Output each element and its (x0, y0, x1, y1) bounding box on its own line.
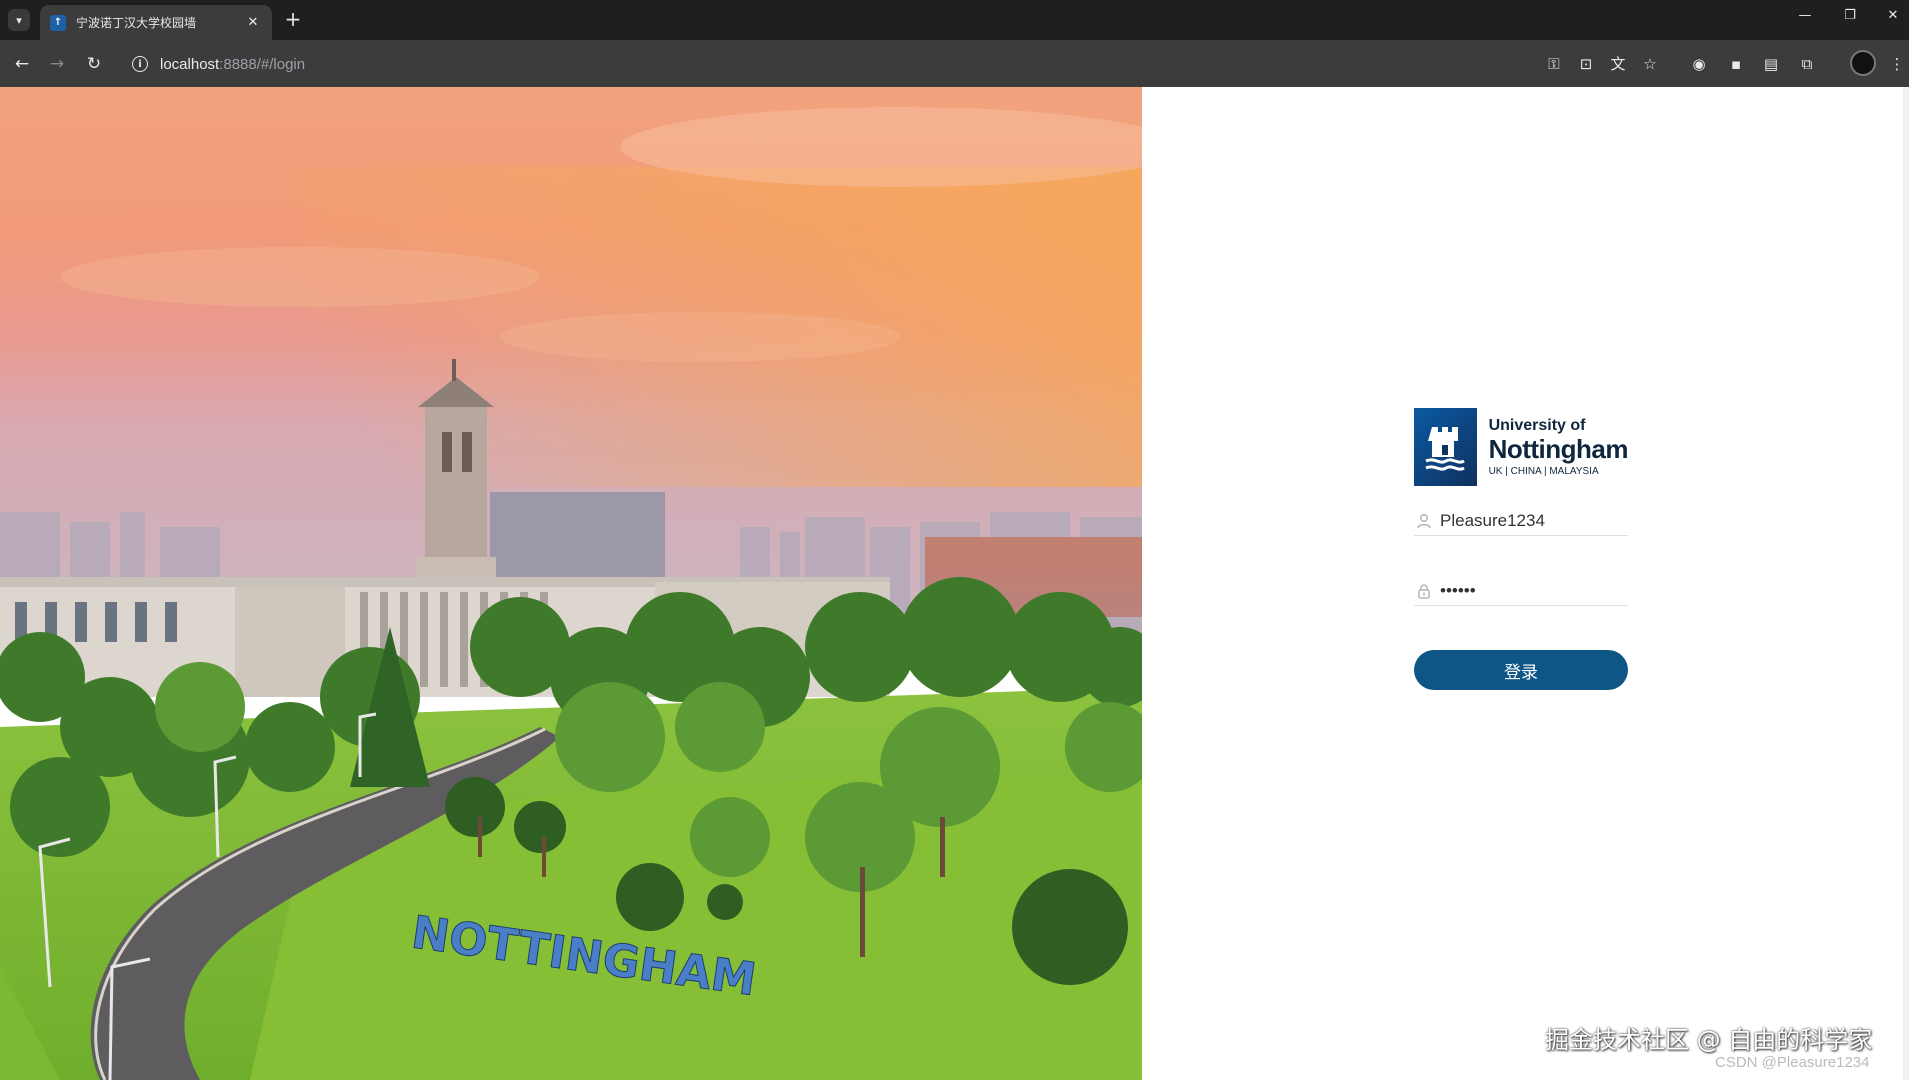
scrollbar[interactable] (1903, 87, 1909, 1080)
address-bar[interactable]: i localhost:8888/#/login (122, 46, 1522, 82)
ext-doc-icon[interactable]: ▤ (1760, 53, 1782, 75)
close-icon[interactable]: ✕ (244, 15, 262, 30)
username-input[interactable] (1440, 510, 1620, 531)
university-logo: University of Nottingham UK | CHINA | MA… (1414, 408, 1629, 486)
favicon-icon: ↑ (50, 14, 66, 31)
campus-photo: NOTTINGHAM (0, 87, 1142, 1080)
profile-avatar[interactable] (1850, 50, 1876, 76)
tab-title: 宁波诺丁汉大学校园墙 (76, 16, 197, 30)
password-field (1414, 576, 1628, 606)
minimize-icon[interactable]: — (1790, 8, 1820, 23)
user-icon (1414, 513, 1434, 529)
username-field (1414, 506, 1628, 536)
restore-icon[interactable]: ❐ (1835, 8, 1865, 23)
login-form: University of Nottingham UK | CHINA | MA… (1414, 408, 1629, 690)
star-icon[interactable]: ☆ (1639, 53, 1661, 75)
menu-icon[interactable]: ⋮ (1886, 53, 1908, 75)
extension-icon[interactable]: ⧉ (1796, 53, 1818, 75)
browser-tab-bar: ▾ ↑ 宁波诺丁汉大学校园墙 ✕ + — ❐ ✕ (0, 0, 1909, 40)
logo-line2: Nottingham (1488, 433, 1629, 464)
back-icon[interactable]: ← (10, 52, 34, 76)
login-button[interactable]: 登录 (1414, 650, 1628, 690)
castle-crest-icon (1414, 408, 1477, 486)
lock-icon (1414, 583, 1434, 599)
info-icon[interactable]: i (132, 56, 148, 72)
logo-wordmark: University of Nottingham UK | CHINA | MA… (1488, 416, 1629, 477)
browser-toolbar: ← → ↻ i localhost:8888/#/login ⚿ ⊡ 文 ☆ ◉… (0, 40, 1909, 87)
browser-tab[interactable]: ↑ 宁波诺丁汉大学校园墙 ✕ (40, 5, 272, 40)
tab-list-icon[interactable]: ▾ (8, 9, 30, 31)
translate-icon[interactable]: 文 (1607, 53, 1629, 75)
watermark-csdn: CSDN @Pleasure1234 (1715, 1054, 1870, 1071)
install-icon[interactable]: ⊡ (1575, 53, 1597, 75)
logo-line3: UK | CHINA | MALAYSIA (1488, 465, 1599, 477)
logo-line1: University of (1488, 416, 1586, 434)
record-icon[interactable]: ◉ (1688, 53, 1710, 75)
login-panel: University of Nottingham UK | CHINA | MA… (1142, 87, 1909, 1080)
reload-icon[interactable]: ↻ (82, 52, 106, 76)
password-input[interactable] (1440, 580, 1620, 601)
url-text[interactable]: localhost:8888/#/login (160, 56, 305, 73)
window-close-icon[interactable]: ✕ (1878, 8, 1908, 23)
login-page: NOTTINGHAM University of Nottingham UK |… (0, 87, 1909, 1080)
ext-dark-icon[interactable]: ▪ (1725, 53, 1747, 75)
key-icon[interactable]: ⚿ (1543, 53, 1565, 75)
plus-icon[interactable]: + (282, 9, 304, 31)
forward-icon[interactable]: → (45, 52, 69, 76)
watermark-juejin: 掘金技术社区 @ 自由的科学家 (1545, 1026, 1873, 1054)
